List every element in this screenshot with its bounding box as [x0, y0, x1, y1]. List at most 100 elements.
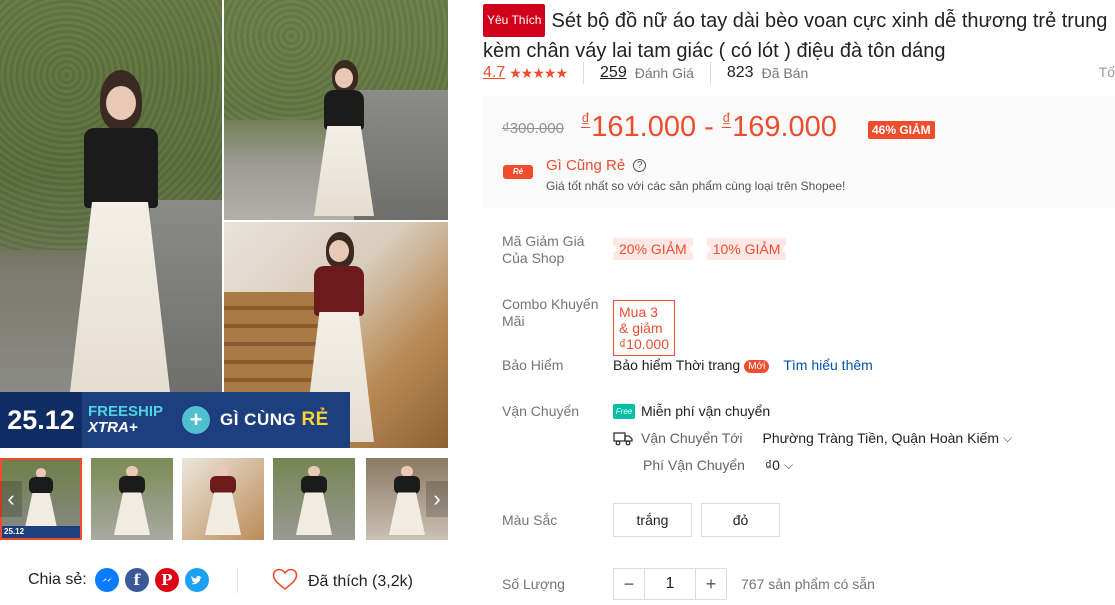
- divider: [583, 62, 585, 84]
- thumb-jacket: [118, 476, 146, 495]
- thumb-skirt: [388, 492, 426, 536]
- red-jacket: [314, 266, 364, 316]
- face: [106, 86, 136, 120]
- thumb-skirt: [295, 492, 333, 536]
- combo-label: Combo Khuyến Mãi: [502, 296, 599, 329]
- quantity-label: Số Lượng: [502, 576, 565, 592]
- quantity-increase-button[interactable]: +: [695, 568, 727, 600]
- re-badge: Rẻ: [503, 165, 533, 179]
- re-text: RẺ: [301, 409, 329, 430]
- photo-collage-left: [0, 0, 222, 392]
- white-skirt: [314, 126, 374, 216]
- heart-icon: [272, 568, 298, 595]
- currency-symbol: ₫: [721, 110, 732, 130]
- gi-cung-re-title: Gì Cũng Rẻ ?: [546, 157, 647, 174]
- banner-date: 25.12: [0, 392, 82, 448]
- thumb-jacket: [393, 476, 421, 495]
- thumbnail-prev-arrow[interactable]: ‹: [0, 481, 22, 517]
- thumb-banner: 25.12: [2, 526, 80, 538]
- voucher-chip-2[interactable]: 10% GIẢM: [707, 238, 787, 260]
- insurance-label: Bảo Hiểm: [502, 357, 564, 373]
- review-count[interactable]: 259: [600, 64, 627, 82]
- facebook-icon[interactable]: f: [124, 568, 149, 592]
- original-price: ₫300.000: [502, 120, 564, 137]
- ship-fee-line: Phí Vận Chuyển ₫0 ⌵: [643, 457, 793, 473]
- thumbnail-3[interactable]: [182, 458, 264, 540]
- thumbnail-next-arrow[interactable]: ›: [426, 481, 448, 517]
- product-gallery: 25.12 FREESHIP XTRA+ + GÌ CÙNG RẺ 25.12: [0, 0, 448, 605]
- twitter-icon[interactable]: [184, 568, 209, 592]
- main-product-image[interactable]: 25.12 FREESHIP XTRA+ + GÌ CÙNG RẺ: [0, 0, 448, 448]
- gi-cung-re-icon: Rẻ: [503, 162, 533, 182]
- stock-text: 767 sản phẩm có sẵn: [741, 576, 875, 592]
- model-figure: [70, 70, 170, 392]
- quantity-decrease-button[interactable]: −: [613, 568, 645, 600]
- shipping-label: Vận Chuyển: [502, 403, 580, 419]
- share-row: Chia sẻ: f P: [28, 568, 215, 592]
- like-count-label: Đã thích (3,2k): [308, 572, 413, 590]
- thumbnail-2[interactable]: [91, 458, 173, 540]
- chevron-down-icon[interactable]: ⌵: [784, 458, 793, 473]
- new-badge: Mới: [744, 360, 770, 373]
- price-min: 161.000: [591, 111, 697, 143]
- color-option-white[interactable]: trắng: [613, 503, 692, 537]
- report-link[interactable]: Tố: [1099, 64, 1115, 80]
- thumb-jacket: [209, 476, 237, 495]
- black-jacket: [84, 128, 158, 208]
- insurance-name: Bảo hiểm Thời trang: [613, 357, 741, 373]
- xtra-text: XTRA+: [88, 419, 138, 436]
- voucher-chip-1[interactable]: 20% GIẢM: [613, 238, 693, 260]
- favorite-badge: Yêu Thích: [483, 4, 546, 37]
- help-icon[interactable]: ?: [633, 159, 647, 172]
- quantity-stepper: − 1 +: [613, 568, 727, 600]
- thumbnail-4[interactable]: [273, 458, 355, 540]
- price-box: ₫300.000 ₫161.000 - ₫169.000 46% GIẢM Rẻ…: [483, 96, 1115, 208]
- thumb-jacket: [300, 476, 328, 495]
- color-label: Màu Sắc: [502, 512, 558, 528]
- ship-to-address[interactable]: Phường Tràng Tiền, Quận Hoàn Kiếm: [763, 430, 999, 446]
- sold-label: Đã Bán: [761, 65, 809, 81]
- pinterest-icon[interactable]: P: [154, 568, 179, 592]
- face: [329, 240, 349, 262]
- discount-badge: 46% GIẢM: [868, 121, 935, 139]
- free-shipping-line: Free Miễn phí vận chuyển: [613, 403, 770, 419]
- product-title-line1: Sét bộ đồ nữ áo tay dài bèo voan cực xin…: [551, 10, 1108, 32]
- combo-content: Mua 3 & giảm ₫10.000: [613, 300, 676, 356]
- face: [335, 68, 353, 88]
- chevron-down-icon[interactable]: ⌵: [1003, 431, 1012, 446]
- learn-more-link[interactable]: Tìm hiểu thêm: [783, 357, 872, 373]
- price-max: 169.000: [732, 111, 837, 143]
- rating-row: 4.7 ★★★★★ 259 Đánh Giá 823 Đã Bán: [483, 62, 808, 84]
- voucher-list: 20% GIẢM 10% GIẢM: [613, 238, 913, 260]
- thumb-skirt: [204, 492, 242, 536]
- gi-cung-re-text: Gì Cũng Rẻ: [546, 157, 626, 174]
- ship-to-line: Vận Chuyển Tới Phường Tràng Tiền, Quận H…: [613, 430, 1012, 446]
- black-jacket: [324, 90, 364, 130]
- review-label: Đánh Giá: [634, 65, 694, 81]
- gi-cung-text: GÌ CÙNG: [220, 410, 302, 429]
- insurance-content: Bảo hiểm Thời trang Mới Tìm hiểu thêm: [613, 357, 873, 375]
- rating-score[interactable]: 4.7: [483, 64, 505, 82]
- messenger-icon[interactable]: [94, 568, 119, 592]
- thumb-jacket: [28, 477, 54, 495]
- thumb-skirt: [113, 492, 151, 536]
- gi-cung-re-description: Giá tốt nhất so với các sản phẩm cùng lo…: [546, 179, 846, 193]
- freeship-text: FREESHIP: [88, 403, 164, 421]
- shop-vouchers-label: Mã Giảm Giá Của Shop: [502, 233, 585, 266]
- share-label: Chia sẻ:: [28, 571, 87, 588]
- share-divider: [237, 569, 238, 593]
- combo-chip[interactable]: Mua 3 & giảm ₫10.000: [613, 300, 676, 356]
- ship-fee-value[interactable]: ₫0: [765, 457, 780, 473]
- product-title: Yêu Thích Sét bộ đồ nữ áo tay dài bèo voa…: [483, 4, 1115, 66]
- ship-fee-label: Phí Vận Chuyển: [643, 457, 745, 473]
- sold-count: 823: [726, 64, 754, 81]
- white-skirt: [70, 202, 170, 392]
- color-option-red[interactable]: đỏ: [701, 503, 780, 537]
- like-button[interactable]: Đã thích (3,2k): [272, 568, 413, 595]
- thumbnail-strip: 25.12: [0, 458, 448, 540]
- model-figure: [314, 60, 374, 220]
- quantity-input[interactable]: 1: [645, 568, 695, 600]
- promo-banner: 25.12 FREESHIP XTRA+ + GÌ CÙNG RẺ: [0, 392, 350, 448]
- ship-to-label: Vận Chuyển Tới: [641, 430, 743, 446]
- free-shipping-icon: Free: [613, 403, 635, 419]
